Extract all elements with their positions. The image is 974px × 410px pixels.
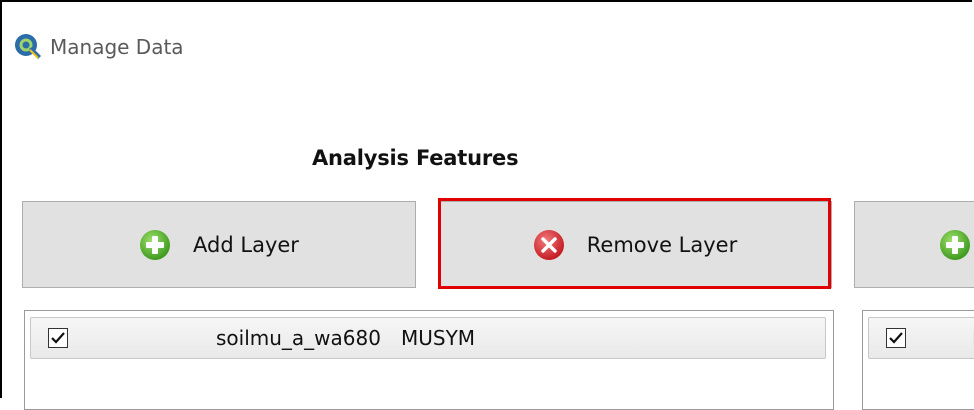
plus-circle-icon xyxy=(940,229,970,260)
manage-data-window: Manage Data Analysis Features Add Layer xyxy=(0,0,974,410)
qgis-logo-icon xyxy=(15,34,41,59)
remove-layer-button[interactable]: Remove Layer xyxy=(438,201,832,288)
list-item[interactable]: soilmu_a_wa680 MUSYM xyxy=(30,317,826,359)
layer-name: soilmu_a_wa680 xyxy=(216,326,381,350)
window-title: Manage Data xyxy=(50,35,184,59)
list-item[interactable]: D xyxy=(868,317,974,359)
checkmark-icon xyxy=(889,332,903,344)
layer-checkbox[interactable] xyxy=(886,328,906,348)
add-layer-label: Add Layer xyxy=(193,232,299,257)
checkmark-icon xyxy=(51,332,65,344)
secondary-layers-list: D xyxy=(862,310,974,410)
plus-circle-icon xyxy=(140,229,171,260)
titlebar: Manage Data xyxy=(14,30,184,64)
analysis-layers-list: soilmu_a_wa680 MUSYM xyxy=(24,310,834,410)
x-circle-icon xyxy=(533,229,564,260)
layer-checkbox[interactable] xyxy=(48,328,68,348)
field-name: MUSYM xyxy=(400,326,476,350)
add-layer-button[interactable]: Add Layer xyxy=(22,201,416,288)
remove-layer-label: Remove Layer xyxy=(586,232,738,257)
analysis-features-heading: Analysis Features xyxy=(312,146,519,170)
add-layer-button-secondary[interactable] xyxy=(854,201,974,288)
